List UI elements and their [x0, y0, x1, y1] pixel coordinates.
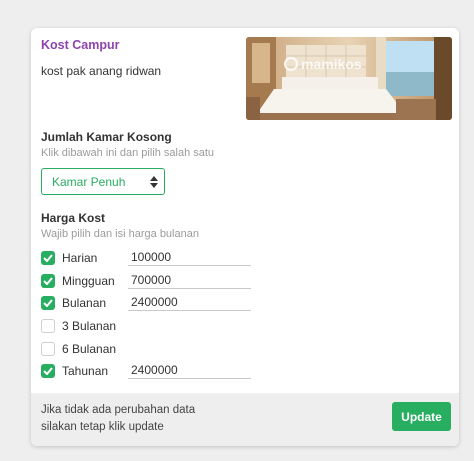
- price-row-mingguan: Mingguan: [41, 272, 261, 292]
- select-arrows-icon: [150, 175, 158, 189]
- bulanan-label: Bulanan: [62, 296, 107, 310]
- photo-watermark: mamikos: [301, 56, 362, 72]
- 3-bulanan-checkbox[interactable]: [41, 319, 55, 333]
- room-availability-value: Kamar Penuh: [52, 175, 126, 189]
- room-photo: mamikos: [246, 37, 452, 120]
- card-footer: Jika tidak ada perubahan data silakan te…: [31, 393, 459, 446]
- price-row-6-bulanan: 6 Bulanan: [41, 340, 261, 360]
- footer-note-line1: Jika tidak ada perubahan data: [41, 404, 196, 416]
- room-availability-select[interactable]: Kamar Penuh: [41, 168, 165, 195]
- harian-label: Harian: [62, 251, 98, 265]
- harian-price-input[interactable]: [128, 249, 251, 266]
- bulanan-checkbox[interactable]: [41, 296, 55, 310]
- 6-bulanan-checkbox[interactable]: [41, 342, 55, 356]
- bulanan-price-input[interactable]: [128, 294, 251, 311]
- tahunan-price-input[interactable]: [128, 362, 251, 379]
- footer-note-line2: silakan tetap klik update: [41, 421, 164, 433]
- mingguan-label: Mingguan: [62, 274, 115, 288]
- mingguan-price-input[interactable]: [128, 272, 251, 289]
- 6-bulanan-label: 6 Bulanan: [62, 342, 117, 356]
- tahunan-checkbox[interactable]: [41, 364, 55, 378]
- kost-type-label: Kost Campur: [41, 38, 120, 52]
- rooms-title: Jumlah Kamar Kosong: [41, 130, 172, 144]
- kost-name: kost pak anang ridwan: [41, 64, 162, 78]
- footer-note: Jika tidak ada perubahan data silakan te…: [41, 402, 195, 436]
- 3-bulanan-label: 3 Bulanan: [62, 319, 117, 333]
- prices-subtitle: Wajib pilih dan isi harga bulanan: [41, 228, 199, 240]
- price-row-3-bulanan: 3 Bulanan: [41, 317, 261, 337]
- price-row-tahunan: Tahunan: [41, 362, 261, 382]
- mingguan-checkbox[interactable]: [41, 274, 55, 288]
- update-button[interactable]: Update: [392, 402, 451, 431]
- rooms-subtitle: Klik dibawah ini dan pilih salah satu: [41, 147, 215, 159]
- tahunan-label: Tahunan: [62, 364, 109, 378]
- price-row-bulanan: Bulanan: [41, 294, 261, 314]
- prices-title: Harga Kost: [41, 211, 106, 225]
- price-row-harian: Harian: [41, 249, 261, 269]
- harian-checkbox[interactable]: [41, 251, 55, 265]
- kost-edit-card: Kost Campur kost pak anang ridwan mamiko…: [31, 28, 459, 446]
